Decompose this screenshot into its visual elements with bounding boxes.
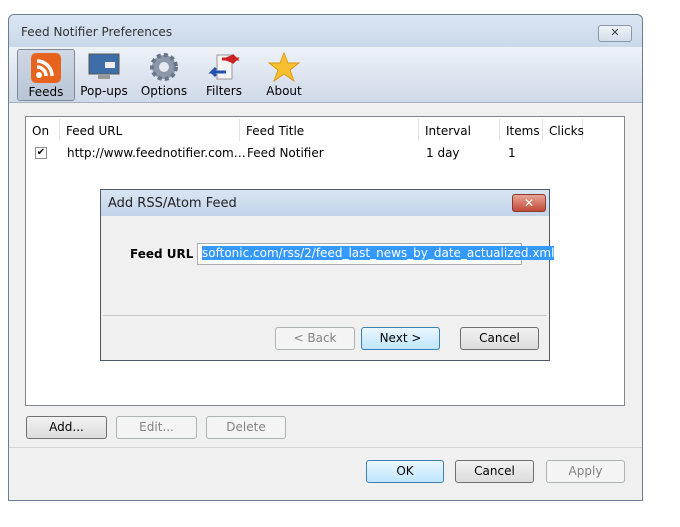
add-feed-dialog: Add RSS/Atom Feed ✕ Feed URL softonic.co… [100,189,555,361]
title-bar: Feed Notifier Preferences ✕ [9,15,642,47]
toolbar: Feeds Pop-ups Options Filters About [9,47,642,103]
separator [9,447,642,448]
ok-button[interactable]: OK [366,460,444,483]
feed-url-label: Feed URL [130,247,194,261]
tab-label: Feeds [28,85,64,99]
tab-feeds[interactable]: Feeds [17,49,75,101]
tab-label: Options [140,84,188,98]
dialog-close-button[interactable]: ✕ [512,194,546,212]
dialog-title: Add RSS/Atom Feed [108,196,237,211]
cancel-button[interactable]: Cancel [455,460,534,483]
apply-button[interactable]: Apply [546,460,625,483]
feed-url-value: softonic.com/rss/2/feed_last_news_by_dat… [202,246,555,260]
monitor-icon [88,53,120,79]
tab-options[interactable]: Options [135,49,193,101]
feed-url-input[interactable]: softonic.com/rss/2/feed_last_news_by_dat… [197,243,555,265]
enabled-checkbox[interactable]: ✔ [35,147,47,159]
feed-url: http://www.feednotifier.com… [67,146,246,160]
edit-button[interactable]: Edit... [116,416,197,439]
back-button[interactable]: < Back [275,327,355,350]
dialog-cancel-button[interactable]: Cancel [460,327,539,350]
column-header-items[interactable]: Items [500,119,543,141]
tab-label: Filters [206,84,242,98]
column-header-clicks[interactable]: Clicks [543,119,584,141]
star-icon [268,52,300,82]
dialog-title-bar: Add RSS/Atom Feed ✕ [101,190,549,216]
feed-interval: 1 day [426,146,460,160]
tab-label: Pop-ups [80,84,128,98]
dialog-separator [103,315,547,316]
delete-button[interactable]: Delete [206,416,286,439]
column-header-interval[interactable]: Interval [419,119,500,141]
column-header-on[interactable]: On [26,119,60,141]
filter-arrows-icon [208,53,240,80]
next-button[interactable]: Next > [361,327,440,350]
feed-title: Feed Notifier [247,146,324,160]
add-button[interactable]: Add... [26,416,107,439]
tab-filters[interactable]: Filters [195,49,253,101]
feed-items: 1 [508,146,516,160]
rss-icon [31,53,61,83]
column-header-url[interactable]: Feed URL [60,119,240,141]
tab-label: About [266,84,302,98]
tab-about[interactable]: About [255,49,313,101]
window-title: Feed Notifier Preferences [21,25,173,39]
tab-popups[interactable]: Pop-ups [75,49,133,101]
column-header-title[interactable]: Feed Title [240,119,419,141]
gear-icon [150,53,178,81]
close-button[interactable]: ✕ [598,25,632,42]
